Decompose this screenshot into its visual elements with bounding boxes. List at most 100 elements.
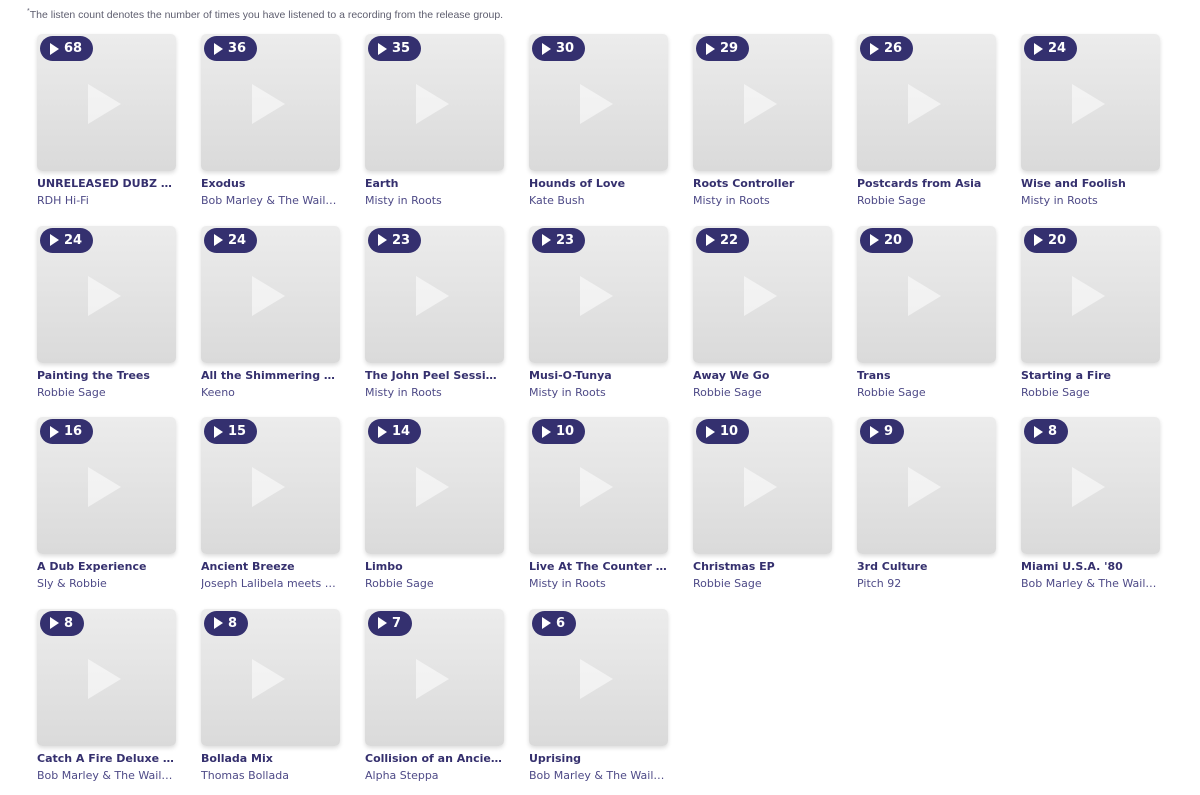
release-title[interactable]: Miami U.S.A. '80: [1021, 560, 1160, 573]
cover-art[interactable]: 20: [857, 225, 996, 363]
release-title[interactable]: Away We Go: [693, 369, 832, 382]
release-title[interactable]: Roots Controller: [693, 177, 832, 190]
release-card[interactable]: 26 Postcards from Asia Robbie Sage: [857, 34, 996, 209]
release-title[interactable]: Postcards from Asia: [857, 177, 996, 190]
release-title[interactable]: Catch A Fire Deluxe Ed…: [37, 752, 176, 765]
release-artist[interactable]: RDH Hi-Fi: [37, 194, 176, 207]
cover-art[interactable]: 15: [201, 417, 340, 554]
listen-count-badge[interactable]: 22: [696, 227, 750, 253]
release-artist[interactable]: Keeno: [201, 386, 340, 399]
release-title[interactable]: A Dub Experience: [37, 560, 176, 573]
cover-art[interactable]: 10: [529, 417, 668, 554]
release-card[interactable]: 20 Trans Robbie Sage: [857, 225, 996, 401]
release-card[interactable]: 7 Collision of an Ancien… Alpha Steppa: [365, 608, 504, 784]
release-artist[interactable]: Robbie Sage: [693, 577, 832, 590]
release-artist[interactable]: Misty in Roots: [1021, 194, 1160, 207]
release-card[interactable]: 22 Away We Go Robbie Sage: [693, 225, 832, 401]
release-card[interactable]: 24 Painting the Trees Robbie Sage: [37, 225, 176, 401]
release-artist[interactable]: Robbie Sage: [1021, 386, 1160, 399]
release-title[interactable]: Trans: [857, 369, 996, 382]
release-artist[interactable]: Joseph Lalibela meets …: [201, 577, 340, 590]
cover-art[interactable]: 9: [857, 417, 996, 554]
release-title[interactable]: Ancient Breeze: [201, 560, 340, 573]
release-card[interactable]: 68 UNRELEASED DUBZ 20… RDH Hi-Fi: [37, 34, 176, 209]
release-artist[interactable]: Pitch 92: [857, 577, 996, 590]
cover-art[interactable]: 8: [37, 608, 176, 746]
listen-count-badge[interactable]: 16: [40, 419, 94, 444]
listen-count-badge[interactable]: 14: [368, 419, 422, 444]
listen-count-badge[interactable]: 20: [1024, 227, 1078, 253]
release-title[interactable]: Exodus: [201, 177, 340, 190]
release-artist[interactable]: Misty in Roots: [529, 577, 668, 590]
release-card[interactable]: 24 All the Shimmering Th… Keeno: [201, 225, 340, 401]
release-title[interactable]: The John Peel Sessions: [365, 369, 504, 382]
release-artist[interactable]: Misty in Roots: [693, 194, 832, 207]
release-title[interactable]: Hounds of Love: [529, 177, 668, 190]
cover-art[interactable]: 22: [693, 225, 832, 363]
cover-art[interactable]: 14: [365, 417, 504, 554]
release-artist[interactable]: Thomas Bollada: [201, 769, 340, 782]
listen-count-badge[interactable]: 23: [368, 227, 422, 253]
listen-count-badge[interactable]: 24: [204, 227, 258, 253]
listen-count-badge[interactable]: 7: [368, 610, 413, 636]
cover-art[interactable]: 26: [857, 34, 996, 171]
cover-art[interactable]: 30: [529, 34, 668, 171]
listen-count-badge[interactable]: 8: [40, 610, 85, 636]
release-artist[interactable]: Misty in Roots: [365, 386, 504, 399]
release-title[interactable]: Christmas EP: [693, 560, 832, 573]
release-title[interactable]: Live At The Counter Eu…: [529, 560, 668, 573]
cover-art[interactable]: 10: [693, 417, 832, 554]
release-card[interactable]: 24 Wise and Foolish Misty in Roots: [1021, 34, 1160, 209]
release-card[interactable]: 8 Catch A Fire Deluxe Ed… Bob Marley & The…: [37, 608, 176, 784]
cover-art[interactable]: 24: [1021, 34, 1160, 171]
release-artist[interactable]: Robbie Sage: [857, 386, 996, 399]
release-artist[interactable]: Kate Bush: [529, 194, 668, 207]
cover-art[interactable]: 7: [365, 608, 504, 746]
listen-count-badge[interactable]: 29: [696, 36, 750, 61]
listen-count-badge[interactable]: 36: [204, 36, 258, 61]
release-card[interactable]: 35 Earth Misty in Roots: [365, 34, 504, 209]
cover-art[interactable]: 16: [37, 417, 176, 554]
release-title[interactable]: Uprising: [529, 752, 668, 765]
release-title[interactable]: Musi-O-Tunya: [529, 369, 668, 382]
listen-count-badge[interactable]: 6: [532, 610, 577, 636]
listen-count-badge[interactable]: 23: [532, 227, 586, 253]
listen-count-badge[interactable]: 9: [860, 419, 905, 444]
release-card[interactable]: 8 Miami U.S.A. '80 Bob Marley & The Waile…: [1021, 417, 1160, 592]
cover-art[interactable]: 24: [201, 225, 340, 363]
release-card[interactable]: 8 Bollada Mix Thomas Bollada: [201, 608, 340, 784]
release-title[interactable]: Wise and Foolish: [1021, 177, 1160, 190]
release-card[interactable]: 10 Christmas EP Robbie Sage: [693, 417, 832, 592]
release-card[interactable]: 6 Uprising Bob Marley & The Waile…: [529, 608, 668, 784]
release-artist[interactable]: Alpha Steppa: [365, 769, 504, 782]
cover-art[interactable]: 8: [201, 608, 340, 746]
cover-art[interactable]: 68: [37, 34, 176, 171]
release-artist[interactable]: Sly & Robbie: [37, 577, 176, 590]
release-artist[interactable]: Robbie Sage: [693, 386, 832, 399]
release-title[interactable]: Limbo: [365, 560, 504, 573]
release-card[interactable]: 23 Musi-O-Tunya Misty in Roots: [529, 225, 668, 401]
release-card[interactable]: 10 Live At The Counter Eu… Misty in Roots: [529, 417, 668, 592]
release-title[interactable]: Earth: [365, 177, 504, 190]
release-card[interactable]: 36 Exodus Bob Marley & The Waile…: [201, 34, 340, 209]
release-artist[interactable]: Misty in Roots: [529, 386, 668, 399]
release-title[interactable]: Collision of an Ancien…: [365, 752, 504, 765]
release-artist[interactable]: Misty in Roots: [365, 194, 504, 207]
cover-art[interactable]: 8: [1021, 417, 1160, 554]
release-title[interactable]: UNRELEASED DUBZ 20…: [37, 177, 176, 190]
release-artist[interactable]: Bob Marley & The Waile…: [201, 194, 340, 207]
release-title[interactable]: Painting the Trees: [37, 369, 176, 382]
release-card[interactable]: 15 Ancient Breeze Joseph Lalibela meets …: [201, 417, 340, 592]
listen-count-badge[interactable]: 35: [368, 36, 422, 61]
release-title[interactable]: Starting a Fire: [1021, 369, 1160, 382]
cover-art[interactable]: 6: [529, 608, 668, 746]
release-artist[interactable]: Robbie Sage: [857, 194, 996, 207]
release-card[interactable]: 30 Hounds of Love Kate Bush: [529, 34, 668, 209]
listen-count-badge[interactable]: 10: [696, 419, 750, 444]
release-card[interactable]: 23 The John Peel Sessions Misty in Roots: [365, 225, 504, 401]
listen-count-badge[interactable]: 24: [40, 227, 94, 253]
release-artist[interactable]: Bob Marley & The Waile…: [37, 769, 176, 782]
release-card[interactable]: 14 Limbo Robbie Sage: [365, 417, 504, 592]
release-card[interactable]: 9 3rd Culture Pitch 92: [857, 417, 996, 592]
release-card[interactable]: 20 Starting a Fire Robbie Sage: [1021, 225, 1160, 401]
